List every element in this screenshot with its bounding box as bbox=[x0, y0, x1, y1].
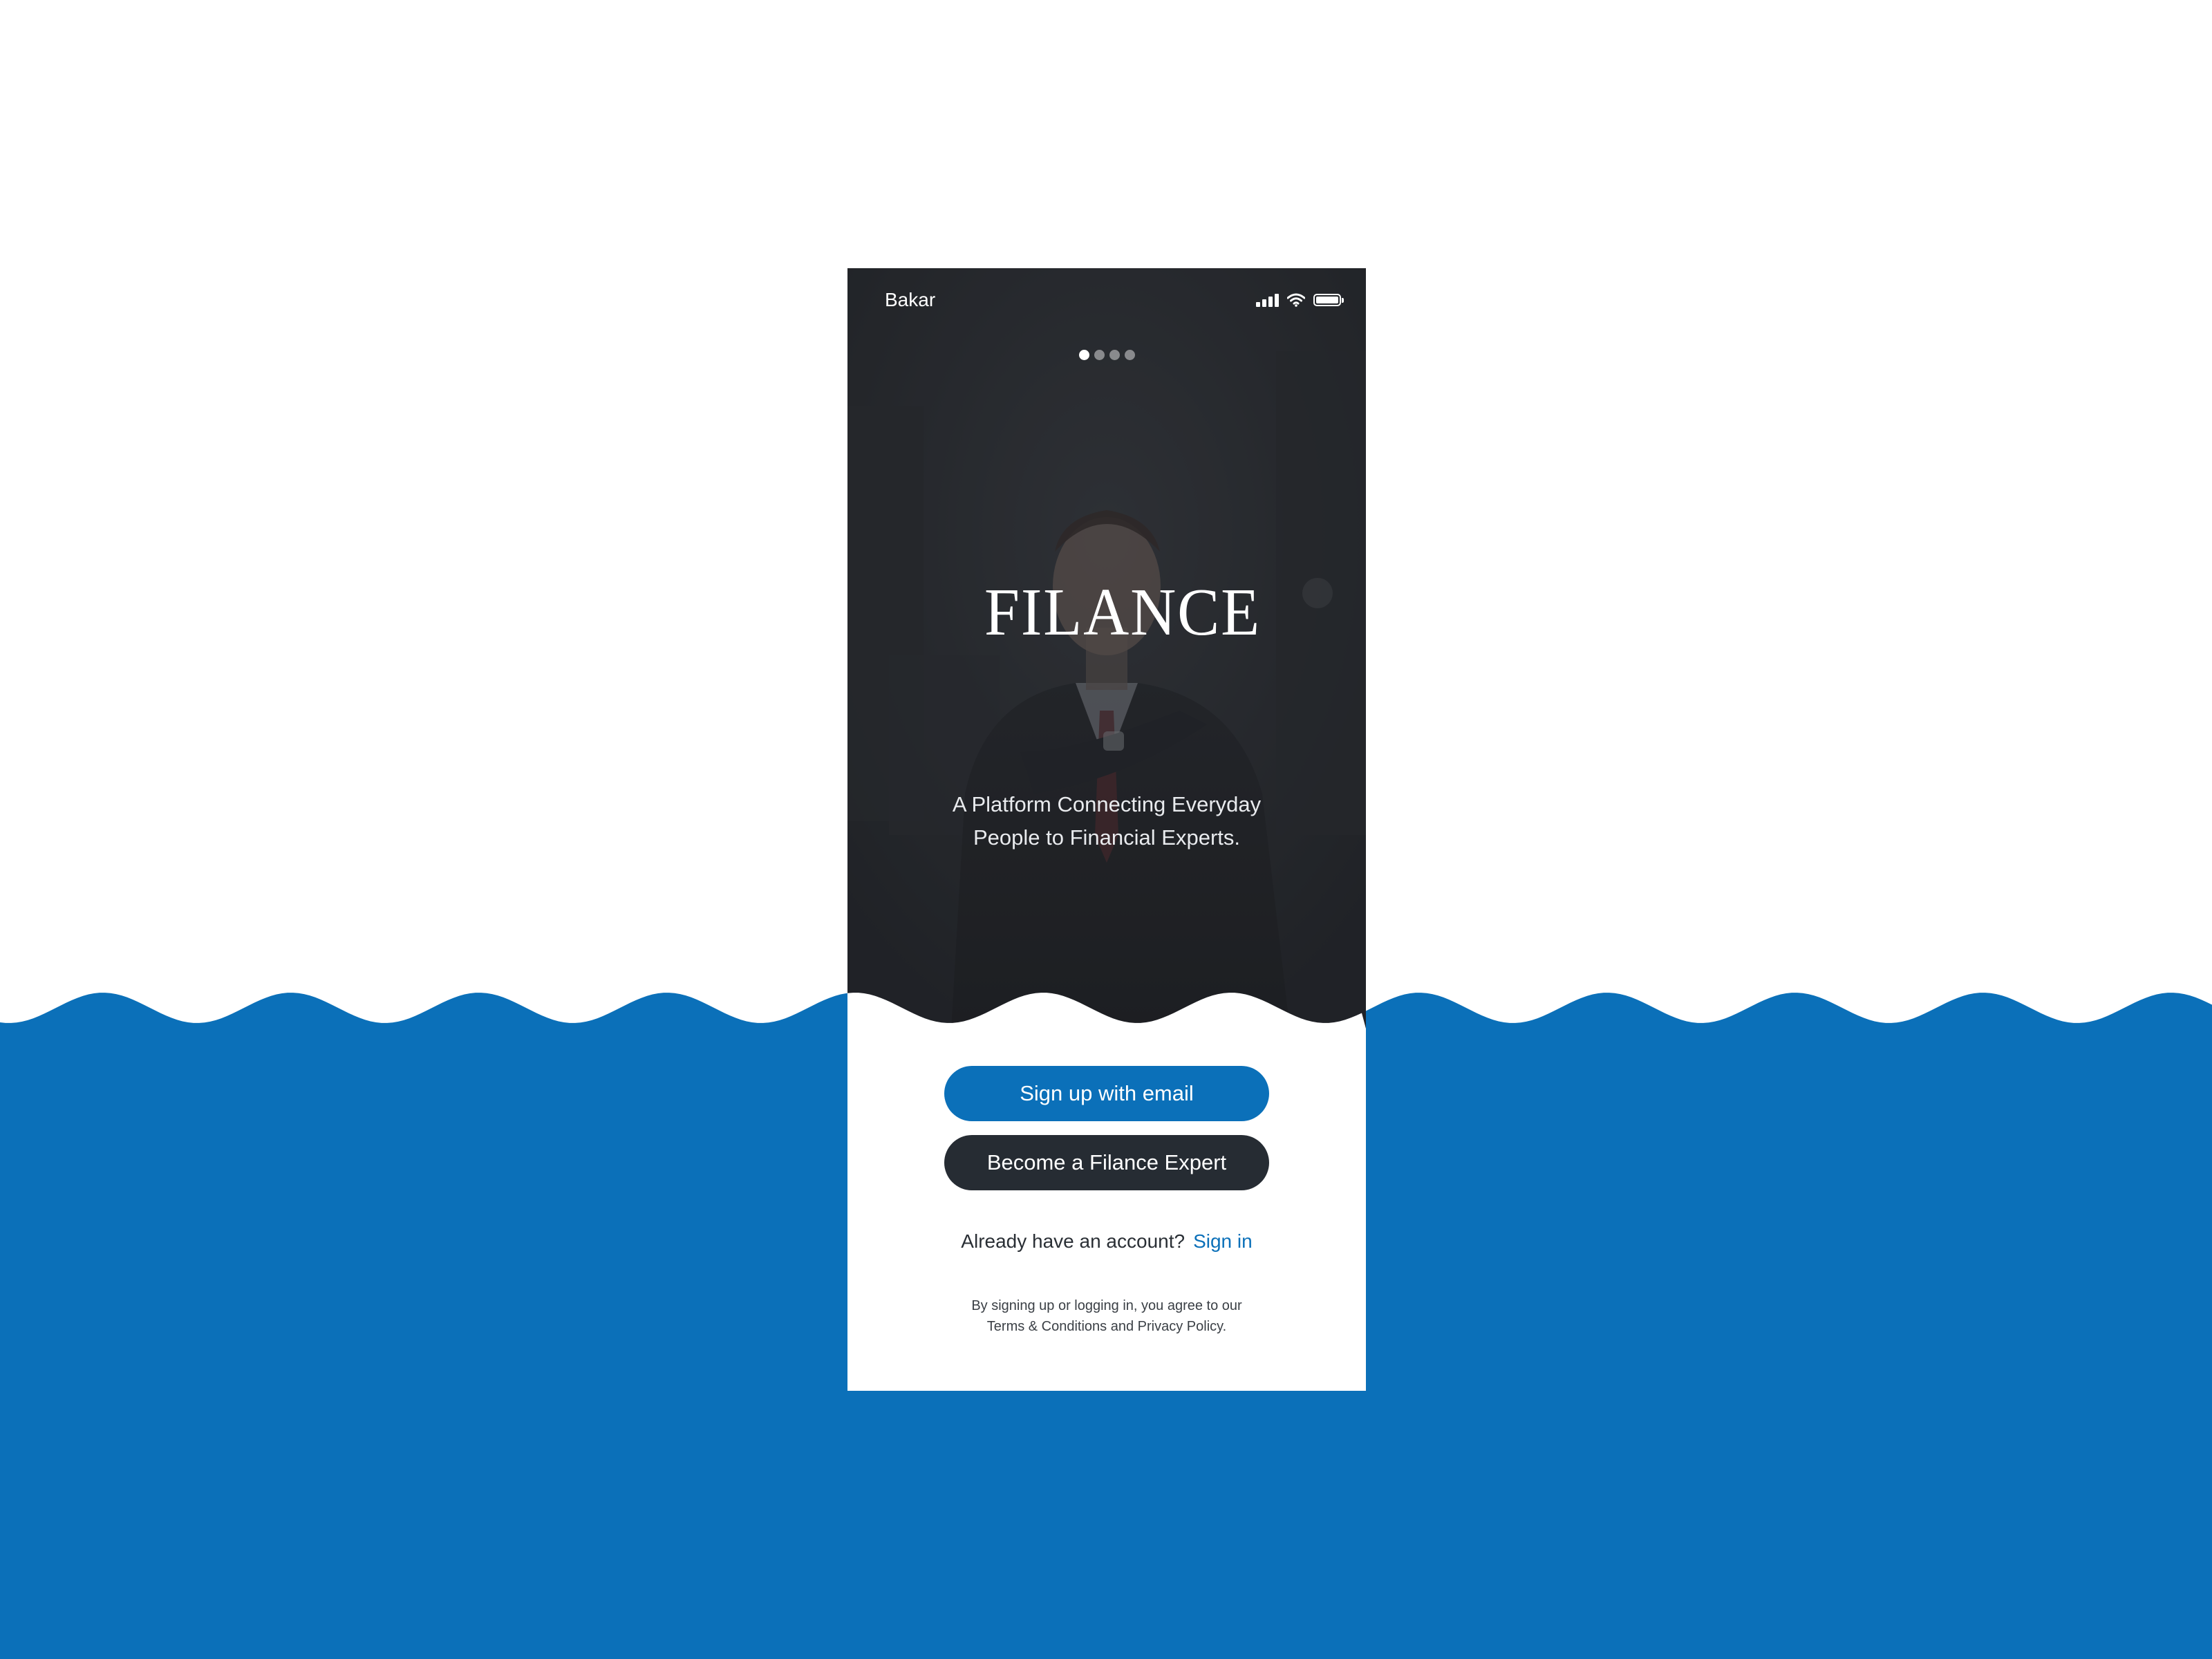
wifi-icon bbox=[1287, 293, 1305, 307]
become-expert-button[interactable]: Become a Filance Expert bbox=[944, 1135, 1269, 1190]
legal-line: By signing up or logging in, you agree t… bbox=[971, 1298, 1242, 1313]
hero-section: Bakar FILANCE A Platform Connecting Ever… bbox=[847, 268, 1366, 1029]
presentation-canvas: Bakar FILANCE A Platform Connecting Ever… bbox=[0, 0, 2212, 1659]
onboarding-pager[interactable] bbox=[847, 350, 1366, 360]
signin-link[interactable]: Sign in bbox=[1193, 1230, 1253, 1252]
svg-text:FILANCE: FILANCE bbox=[984, 575, 1261, 650]
filance-logo: FILANCE bbox=[967, 553, 1261, 680]
signin-row: Already have an account? Sign in bbox=[847, 1230, 1366, 1253]
signal-icon bbox=[1256, 293, 1279, 307]
pager-dot[interactable] bbox=[1124, 350, 1135, 360]
pager-dot[interactable] bbox=[1109, 350, 1120, 360]
legal-notice: By signing up or logging in, you agree t… bbox=[847, 1295, 1366, 1337]
phone-screen: Bakar FILANCE A Platform Connecting Ever… bbox=[847, 268, 1366, 1391]
already-account-text: Already have an account? bbox=[961, 1230, 1185, 1252]
pager-dot[interactable] bbox=[1078, 350, 1089, 360]
status-icons bbox=[1256, 292, 1344, 308]
tagline-line: A Platform Connecting Everyday bbox=[952, 792, 1262, 816]
tagline-line: People to Financial Experts. bbox=[973, 825, 1240, 850]
battery-icon bbox=[1313, 294, 1344, 306]
status-carrier: Bakar bbox=[885, 289, 936, 310]
signup-email-button[interactable]: Sign up with email bbox=[944, 1066, 1269, 1121]
tagline: A Platform Connecting Everyday People to… bbox=[847, 788, 1366, 854]
pager-dot[interactable] bbox=[1094, 350, 1105, 360]
legal-line: Terms & Conditions and Privacy Policy. bbox=[986, 1319, 1227, 1334]
